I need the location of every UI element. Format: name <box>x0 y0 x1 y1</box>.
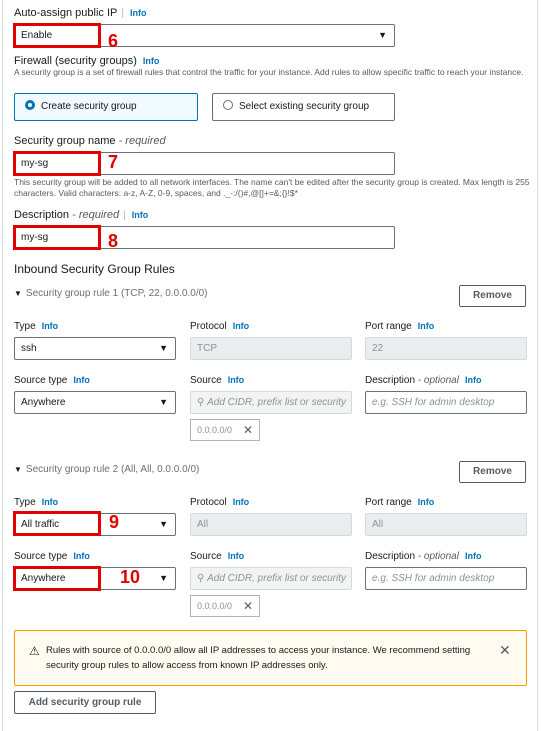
search-icon: ⚲ <box>197 397 205 408</box>
radio-selected-icon <box>25 100 35 110</box>
rule-2-source-type-label: Source type Info <box>14 551 90 562</box>
rule-1-source-type-select[interactable]: Anywhere ▼ <box>14 391 176 414</box>
sg-name-label: Security group name - required <box>14 135 166 147</box>
search-icon: ⚲ <box>197 573 205 584</box>
close-icon[interactable]: ✕ <box>499 642 511 659</box>
annotation-number-7: 7 <box>108 152 119 172</box>
warning-text: Rules with source of 0.0.0.0/0 allow all… <box>46 645 471 671</box>
rule-2-desc-input[interactable]: e.g. SSH for admin desktop <box>365 567 527 590</box>
annotation-box-10 <box>13 566 101 591</box>
rule-1-protocol-field: TCP <box>190 337 352 360</box>
remove-rule-1-button[interactable]: Remove <box>459 285 526 307</box>
rule-2-source-chip: 0.0.0.0/0 ✕ <box>190 595 260 617</box>
rule-2-port-label: Port range Info <box>365 497 435 508</box>
close-icon[interactable]: ✕ <box>243 596 253 616</box>
annotation-number-8: 8 <box>108 231 119 251</box>
warning-icon: ⚠ <box>29 644 40 658</box>
info-link[interactable]: Info <box>130 8 147 18</box>
rule-1-heading[interactable]: ▼ Security group rule 1 (TCP, 22, 0.0.0.0… <box>14 288 208 299</box>
right-border <box>537 0 538 731</box>
annotation-box-6 <box>13 23 101 48</box>
info-link[interactable]: Info <box>465 375 482 385</box>
info-link[interactable]: Info <box>42 497 59 507</box>
sg-name-help: This security group will be added to all… <box>14 177 530 198</box>
info-link[interactable]: Info <box>233 497 250 507</box>
rule-2-protocol-field: All <box>190 513 352 536</box>
info-link[interactable]: Info <box>132 210 149 220</box>
description-label: Description - required | Info <box>14 209 149 221</box>
info-link[interactable]: Info <box>418 497 435 507</box>
rule-2-heading[interactable]: ▼ Security group rule 2 (All, All, 0.0.0.… <box>14 464 199 475</box>
info-link[interactable]: Info <box>228 375 245 385</box>
annotation-box-7 <box>13 151 101 176</box>
rule-1-desc-label: Description - optional Info <box>365 375 482 386</box>
rule-1-port-field: 22 <box>365 337 527 360</box>
info-link[interactable]: Info <box>42 321 59 331</box>
annotation-number-6: 6 <box>108 31 119 51</box>
info-link[interactable]: Info <box>418 321 435 331</box>
caret-down-icon: ▼ <box>159 343 168 353</box>
rule-2-protocol-label: Protocol Info <box>190 497 250 508</box>
inbound-rules-title: Inbound Security Group Rules <box>14 262 175 276</box>
rule-2-type-label: Type Info <box>14 497 59 508</box>
rule-2-source-label: Source Info <box>190 551 245 562</box>
rule-1-source-label: Source Info <box>190 375 245 386</box>
caret-down-icon: ▼ <box>159 397 168 407</box>
warning-alert: ⚠ Rules with source of 0.0.0.0/0 allow a… <box>14 630 527 686</box>
left-border <box>2 0 3 731</box>
annotation-number-10: 10 <box>120 567 141 587</box>
annotation-number-9: 9 <box>109 512 120 532</box>
select-existing-security-group-option[interactable]: Select existing security group <box>212 93 395 121</box>
remove-rule-2-button[interactable]: Remove <box>459 461 526 483</box>
rule-1-source-type-label: Source type Info <box>14 375 90 386</box>
rule-1-source-chip: 0.0.0.0/0 ✕ <box>190 419 260 441</box>
public-ip-label: Auto-assign public IP | Info <box>14 7 147 19</box>
caret-down-icon: ▼ <box>14 289 22 298</box>
info-link[interactable]: Info <box>73 551 90 561</box>
info-link[interactable]: Info <box>73 375 90 385</box>
rule-2-desc-label: Description - optional Info <box>365 551 482 562</box>
rule-1-type-select[interactable]: ssh ▼ <box>14 337 176 360</box>
info-link[interactable]: Info <box>465 551 482 561</box>
radio-unselected-icon <box>223 100 233 110</box>
info-link[interactable]: Info <box>143 56 160 66</box>
rule-2-port-field: All <box>365 513 527 536</box>
rule-1-desc-input[interactable]: e.g. SSH for admin desktop <box>365 391 527 414</box>
info-link[interactable]: Info <box>233 321 250 331</box>
rule-1-protocol-label: Protocol Info <box>190 321 250 332</box>
caret-down-icon: ▼ <box>159 519 168 529</box>
create-security-group-option[interactable]: Create security group <box>14 93 198 121</box>
firewall-label: Firewall (security groups) Info <box>14 55 160 67</box>
caret-down-icon: ▼ <box>159 573 168 583</box>
rule-1-source-input[interactable]: ⚲ Add CIDR, prefix list or security <box>190 391 352 414</box>
caret-down-icon: ▼ <box>14 465 22 474</box>
annotation-box-8 <box>13 225 101 250</box>
add-security-group-rule-button[interactable]: Add security group rule <box>14 691 156 714</box>
info-link[interactable]: Info <box>228 551 245 561</box>
caret-down-icon: ▼ <box>378 30 387 40</box>
rule-1-port-label: Port range Info <box>365 321 435 332</box>
annotation-box-9 <box>13 511 101 536</box>
rule-1-type-label: Type Info <box>14 321 59 332</box>
firewall-help: A security group is a set of firewall ru… <box>14 67 524 77</box>
rule-2-source-input[interactable]: ⚲ Add CIDR, prefix list or security <box>190 567 352 590</box>
close-icon[interactable]: ✕ <box>243 420 253 440</box>
